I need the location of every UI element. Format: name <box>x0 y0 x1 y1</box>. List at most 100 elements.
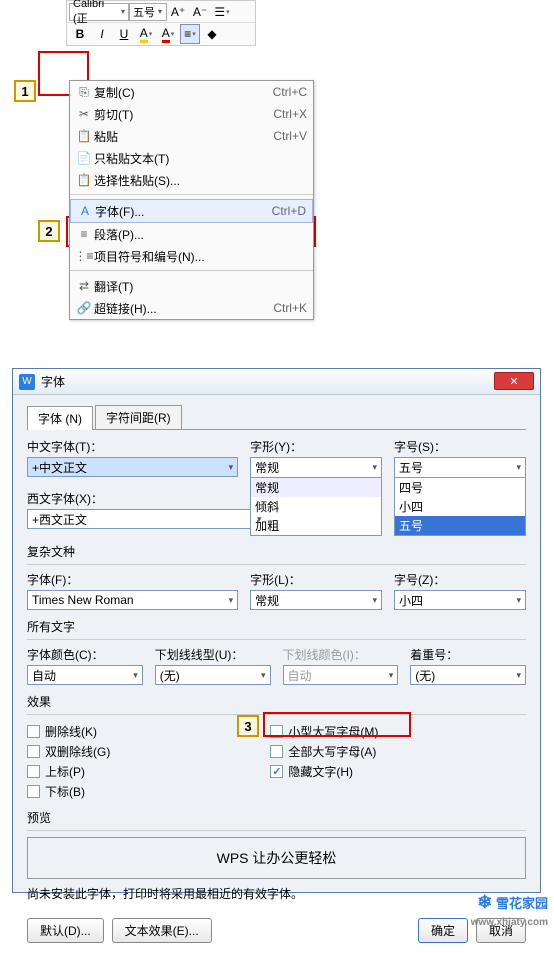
c-size-combo[interactable]: 小四 <box>394 590 526 610</box>
menu-font-shortcut: Ctrl+D <box>272 204 306 218</box>
cn-font-combo[interactable]: +中文正文 <box>27 457 238 477</box>
clipboard-icon: 📋 <box>74 129 94 143</box>
size-combo[interactable]: 五号 <box>394 457 526 477</box>
note-text: 尚未安装此字体，打印时将采用最相近的有效字体。 <box>27 885 526 902</box>
check-sub[interactable]: 下标(B) <box>27 781 110 801</box>
watermark: ❄ 雪花家园 www.xhjaty.com <box>471 892 548 928</box>
font-size-combo[interactable]: 五号 <box>129 3 167 21</box>
menu-paragraph[interactable]: ≡ 段落(P)... <box>70 223 313 245</box>
dialog-titlebar: W 字体 ✕ <box>13 369 540 395</box>
size-listbox[interactable]: 四号 小四 五号 <box>394 477 526 536</box>
underline-button[interactable]: U <box>114 24 134 44</box>
check-dstrike-label: 双删除线(G) <box>45 743 110 760</box>
checkbox-icon <box>270 765 283 778</box>
menu-paste-special-label: 选择性粘贴(S)... <box>94 172 307 189</box>
menu-translate[interactable]: ⇄ 翻译(T) <box>70 275 313 297</box>
menu-paste-label: 粘贴 <box>94 128 273 145</box>
checkbox-icon <box>27 765 40 778</box>
menu-separator-2 <box>70 267 313 271</box>
size-opt-0[interactable]: 四号 <box>395 478 525 497</box>
eraser-button[interactable]: ◆ <box>202 24 222 44</box>
italic-button[interactable]: I <box>92 24 112 44</box>
checkbox-icon <box>270 745 283 758</box>
check-super[interactable]: 上标(P) <box>27 761 110 781</box>
decrease-font-button[interactable]: A⁻ <box>190 2 210 22</box>
step-marker-2: 2 <box>38 220 60 242</box>
default-button[interactable]: 默认(D)... <box>27 918 104 943</box>
app-icon: W <box>19 374 35 390</box>
check-allcaps-label: 全部大写字母(A) <box>288 743 376 760</box>
menu-paste-text[interactable]: 📄 只粘贴文本(T) <box>70 147 313 169</box>
menu-copy[interactable]: ⎘ 复制(C) Ctrl+C <box>70 81 313 103</box>
list-icon: ⋮≡ <box>74 249 94 263</box>
menu-bullets[interactable]: ⋮≡ 项目符号和编号(N)... <box>70 245 313 267</box>
line-spacing-button[interactable]: ☰ <box>212 2 232 22</box>
menu-paste-text-label: 只粘贴文本(T) <box>94 150 307 167</box>
checkbox-icon <box>27 745 40 758</box>
color-combo[interactable]: 自动 <box>27 665 143 685</box>
highlight-button[interactable]: A <box>136 24 156 44</box>
check-strike[interactable]: 删除线(K) <box>27 721 110 741</box>
bold-button[interactable]: B <box>70 24 90 44</box>
menu-separator <box>70 191 313 195</box>
check-smallcaps-label: 小型大写字母(M) <box>288 723 378 740</box>
font-color-button[interactable]: A <box>158 24 178 44</box>
ok-button[interactable]: 确定 <box>418 918 468 943</box>
menu-paste-special[interactable]: 📋 选择性粘贴(S)... <box>70 169 313 191</box>
check-dstrike[interactable]: 双删除线(G) <box>27 741 110 761</box>
menu-hyperlink[interactable]: 🔗 超链接(H)... Ctrl+K <box>70 297 313 319</box>
menu-bullets-label: 项目符号和编号(N)... <box>94 248 307 265</box>
copy-icon: ⎘ <box>74 85 94 100</box>
step-marker-3: 3 <box>237 715 259 737</box>
check-smallcaps[interactable]: 小型大写字母(M) <box>270 721 378 741</box>
tab-font[interactable]: 字体 (N) <box>27 406 93 430</box>
check-allcaps[interactable]: 全部大写字母(A) <box>270 741 378 761</box>
style-opt-2[interactable]: 加粗 <box>251 516 381 535</box>
increase-font-button[interactable]: A⁺ <box>168 2 188 22</box>
menu-cut[interactable]: ✂ 剪切(T) Ctrl+X <box>70 103 313 125</box>
group-effects: 效果 <box>27 693 526 710</box>
c-font-combo[interactable]: Times New Roman <box>27 590 238 610</box>
style-listbox[interactable]: 常规 倾斜 加粗 <box>250 477 382 536</box>
watermark-url: www.xhjaty.com <box>471 917 548 928</box>
style-combo[interactable]: 常规 <box>250 457 382 477</box>
label-style: 字形(Y)： <box>250 438 382 455</box>
label-emphasis: 着重号： <box>410 646 526 663</box>
label-underline-style: 下划线线型(U)： <box>155 646 271 663</box>
group-all-text: 所有文字 <box>27 618 526 635</box>
style-opt-1[interactable]: 倾斜 <box>251 497 381 516</box>
menu-font[interactable]: A 字体(F)... Ctrl+D <box>70 199 313 223</box>
menu-paste[interactable]: 📋 粘贴 Ctrl+V <box>70 125 313 147</box>
menu-font-label: 字体(F)... <box>95 203 272 220</box>
scissors-icon: ✂ <box>74 107 94 121</box>
text-effects-button[interactable]: 文本效果(E)... <box>112 918 212 943</box>
menu-paragraph-label: 段落(P)... <box>94 226 307 243</box>
font-family-combo[interactable]: Calibri (正 <box>69 3 129 21</box>
link-icon: 🔗 <box>74 301 94 315</box>
preview-box: WPS 让办公更轻松 <box>27 837 526 879</box>
close-button[interactable]: ✕ <box>494 372 534 390</box>
menu-copy-label: 复制(C) <box>94 84 273 101</box>
size-opt-1[interactable]: 小四 <box>395 497 525 516</box>
menu-translate-label: 翻译(T) <box>94 278 307 295</box>
font-icon: A <box>75 204 95 218</box>
align-button[interactable]: ≡ <box>180 24 200 44</box>
size-opt-2[interactable]: 五号 <box>395 516 525 535</box>
underline-style-combo[interactable]: (无) <box>155 665 271 685</box>
style-opt-0[interactable]: 常规 <box>251 478 381 497</box>
emphasis-combo[interactable]: (无) <box>410 665 526 685</box>
menu-hyperlink-shortcut: Ctrl+K <box>273 301 307 315</box>
menu-cut-label: 剪切(T) <box>94 106 273 123</box>
checkbox-icon <box>27 725 40 738</box>
label-color: 字体颜色(C)： <box>27 646 143 663</box>
check-sub-label: 下标(B) <box>45 783 85 800</box>
tab-spacing[interactable]: 字符间距(R) <box>95 405 182 429</box>
formatting-toolbar: Calibri (正 五号 A⁺ A⁻ ☰ B I U A A ≡ ◆ <box>66 0 256 46</box>
label-c-size: 字号(Z)： <box>394 571 526 588</box>
label-size: 字号(S)： <box>394 438 526 455</box>
label-c-font: 字体(F)： <box>27 571 238 588</box>
c-style-combo[interactable]: 常规 <box>250 590 382 610</box>
watermark-brand: 雪花家园 <box>496 896 548 911</box>
check-hidden[interactable]: 隐藏文字(H) <box>270 761 378 781</box>
context-menu: ⎘ 复制(C) Ctrl+C ✂ 剪切(T) Ctrl+X 📋 粘贴 Ctrl+… <box>69 80 314 320</box>
